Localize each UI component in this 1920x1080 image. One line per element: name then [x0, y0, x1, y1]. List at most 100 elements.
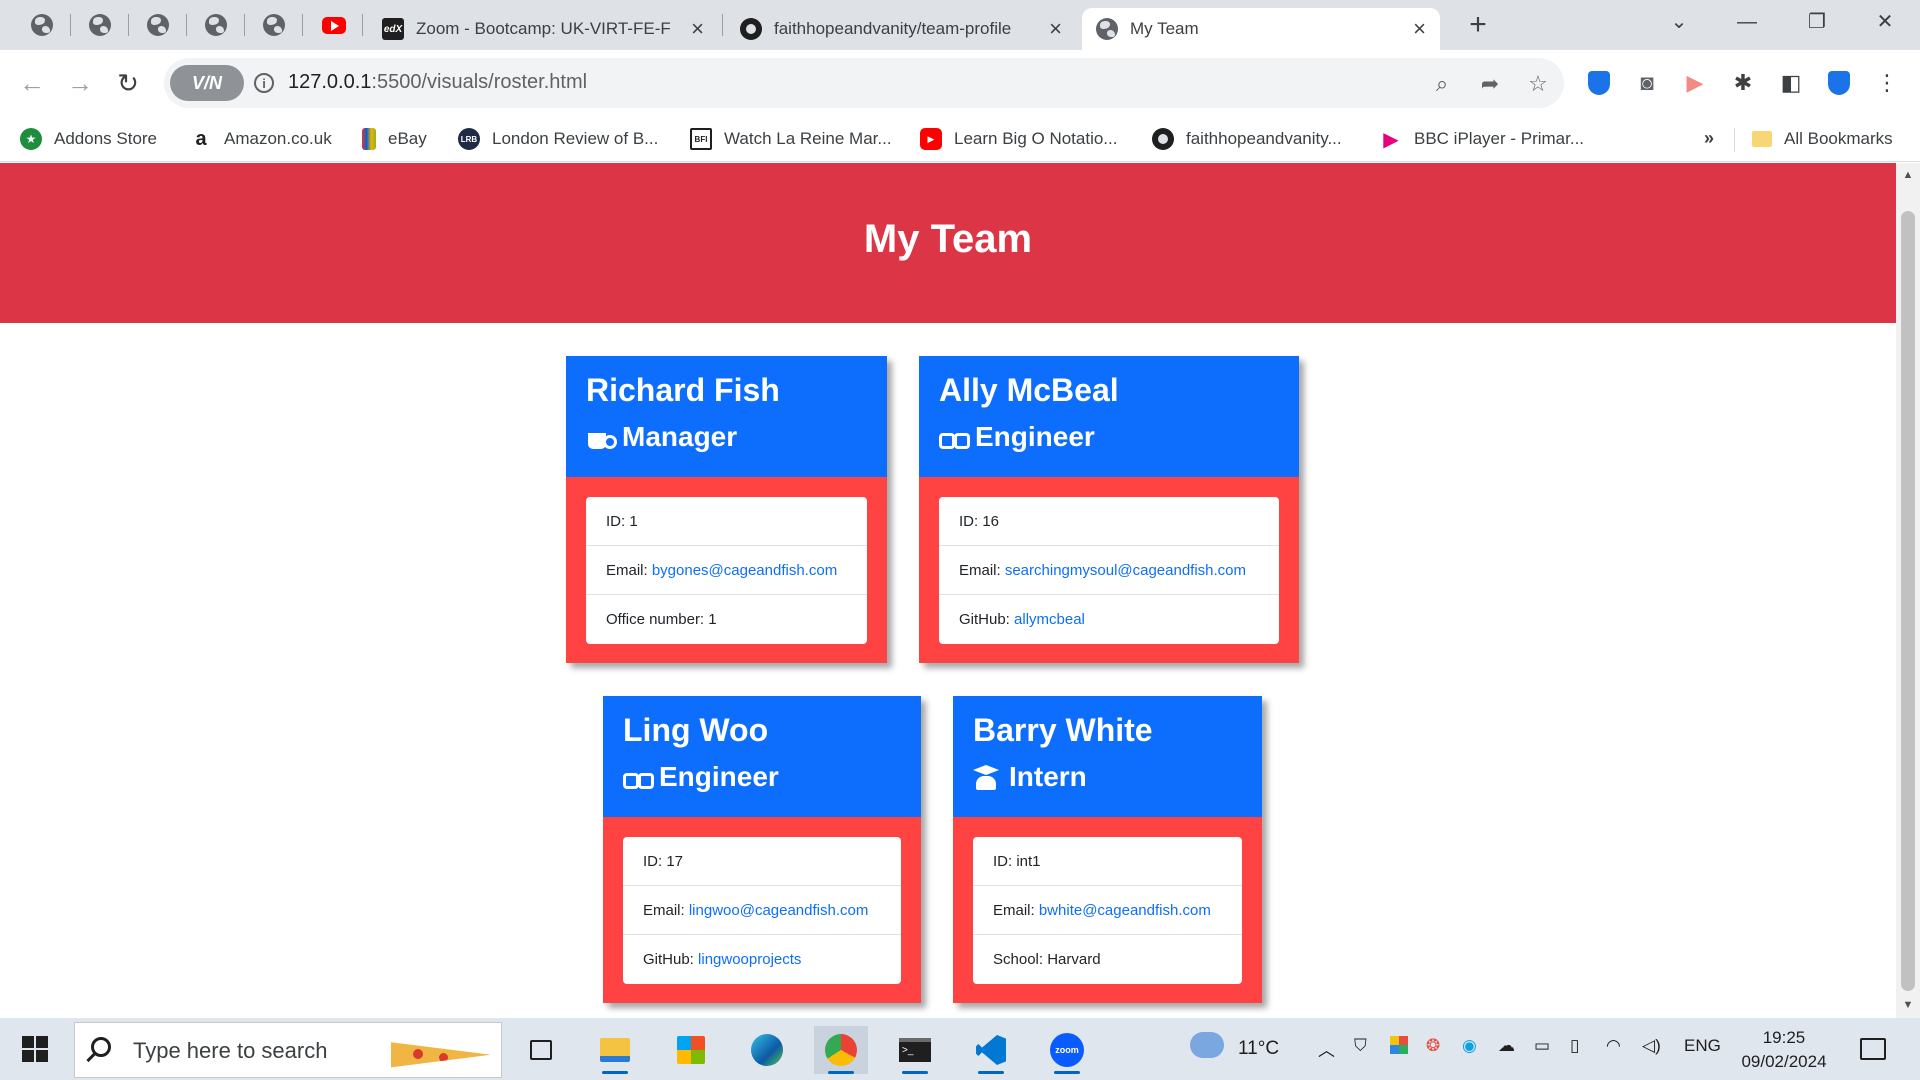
file-explorer-icon[interactable] [588, 1026, 642, 1074]
id-value: int1 [1016, 853, 1041, 870]
bookmark-star-icon[interactable]: ☆ [1524, 70, 1552, 98]
bookmark-addons-store[interactable]: ★ Addons Store [20, 126, 157, 152]
scroll-up-arrow-icon[interactable]: ▲ [1901, 169, 1915, 185]
tab-separator [186, 14, 187, 36]
bookmark-github[interactable]: faithhopeandvanity... [1152, 126, 1342, 152]
fingerprint-icon[interactable]: ◉ [1462, 1036, 1477, 1056]
vscode-icon[interactable] [964, 1026, 1018, 1074]
pinned-tab-1[interactable] [22, 8, 62, 42]
share-icon[interactable]: ➦ [1476, 70, 1504, 98]
github-icon [1152, 128, 1174, 150]
card-header: Richard Fish Manager [566, 356, 887, 477]
github-label: GitHub: [643, 951, 699, 968]
bookmark-separator [1734, 128, 1735, 152]
tab-search-chevron-icon[interactable]: ⌄ [1654, 6, 1704, 38]
close-window-button[interactable]: ✕ [1860, 6, 1910, 38]
pinned-tab-4[interactable] [196, 8, 236, 42]
restore-button[interactable]: ❐ [1792, 6, 1842, 38]
tab-zoom-bootcamp[interactable]: edX Zoom - Bootcamp: UK-VIRT-FE-F × [368, 8, 718, 50]
email-link[interactable]: searchingmysoul@cageandfish.com [1005, 562, 1246, 579]
device-icon[interactable]: ▯ [1570, 1036, 1579, 1056]
terminal-icon[interactable]: >_ [888, 1026, 942, 1074]
bookmark-bfi[interactable]: BFI Watch La Reine Mar... [690, 126, 892, 152]
site-info-icon[interactable]: i [254, 73, 274, 93]
pinned-tab-2[interactable] [80, 8, 120, 42]
app-tray-icon[interactable] [1390, 1036, 1408, 1059]
wifi-icon[interactable]: ◠ [1606, 1036, 1621, 1056]
scroll-thumb[interactable] [1901, 211, 1915, 991]
language-indicator[interactable]: ENG [1684, 1036, 1721, 1056]
side-panel-icon[interactable]: ◧ [1776, 68, 1806, 98]
microsoft-store-icon[interactable] [664, 1026, 718, 1074]
close-icon[interactable]: × [691, 16, 704, 42]
vpn-button[interactable]: V/N [170, 65, 244, 101]
employee-email: Email: lingwoo@cageandfish.com [623, 886, 901, 935]
email-link[interactable]: bygones@cageandfish.com [652, 562, 837, 579]
edge-icon[interactable] [740, 1026, 794, 1074]
creative-cloud-icon[interactable]: ❂ [1426, 1036, 1440, 1056]
show-hidden-icons-chevron[interactable]: ︿ [1318, 1036, 1335, 1061]
all-bookmarks[interactable]: All Bookmarks [1752, 126, 1893, 152]
task-view-icon[interactable] [514, 1026, 568, 1074]
page-scrollbar[interactable]: ▲ ▼ [1896, 163, 1920, 1018]
zoom-icon[interactable]: ⌕ [1428, 70, 1456, 98]
role-label: Intern [1009, 761, 1087, 792]
scroll-down-arrow-icon[interactable]: ▼ [1901, 999, 1915, 1015]
pinned-tab-3[interactable] [138, 8, 178, 42]
screencast-extension-icon[interactable]: ▶ [1680, 68, 1710, 98]
volume-icon[interactable]: ◁) [1642, 1036, 1661, 1056]
extensions-puzzle-icon[interactable]: ✱ [1728, 68, 1758, 98]
tab-separator [128, 14, 129, 36]
close-icon[interactable]: × [1049, 16, 1062, 42]
bookmark-ebay[interactable]: eBay [362, 126, 427, 152]
card-body: ID: 17 Email: lingwoo@cageandfish.com Gi… [603, 817, 921, 1004]
clock[interactable]: 19:25 09/02/2024 [1734, 1026, 1834, 1074]
onedrive-icon[interactable]: ☁ [1498, 1036, 1515, 1056]
address-bar[interactable]: V/N i 127.0.0.1:5500/visuals/roster.html… [164, 58, 1564, 108]
chrome-icon[interactable] [814, 1026, 868, 1074]
employee-card: Ally McBeal Engineer ID: 16 Email: searc… [919, 356, 1299, 663]
bookmark-lrb[interactable]: LRB London Review of B... [458, 126, 658, 152]
globe-icon [31, 14, 53, 36]
zoom-icon[interactable]: zoom [1040, 1026, 1094, 1074]
id-label: ID: [606, 513, 630, 530]
url-text[interactable]: 127.0.0.1:5500/visuals/roster.html [288, 71, 587, 94]
weather-icon[interactable] [1190, 1032, 1224, 1063]
bookmark-bbc-iplayer[interactable]: ▶ BBC iPlayer - Primar... [1380, 126, 1584, 152]
close-icon[interactable]: × [1413, 16, 1426, 42]
pinned-tab-youtube[interactable] [314, 8, 354, 42]
weather-temp[interactable]: 11°C [1238, 1038, 1279, 1060]
bitwarden-extension-icon[interactable] [1584, 68, 1614, 98]
taskbar-search-input[interactable]: Type here to search [74, 1022, 502, 1078]
role-label: Engineer [975, 421, 1095, 452]
notification-center-icon[interactable] [1860, 1038, 1886, 1060]
email-link[interactable]: lingwoo@cageandfish.com [689, 902, 869, 919]
github-link[interactable]: lingwooprojects [698, 951, 801, 968]
new-tab-button[interactable]: + [1460, 8, 1496, 42]
battery-icon[interactable]: ▭ [1534, 1036, 1550, 1056]
email-link[interactable]: bwhite@cageandfish.com [1039, 902, 1211, 919]
employee-name: Richard Fish [586, 372, 780, 408]
password-manager-icon[interactable] [1824, 68, 1854, 98]
minimize-button[interactable]: — [1722, 6, 1772, 38]
bookmark-label: Amazon.co.uk [224, 129, 332, 148]
github-link[interactable]: allymcbeal [1014, 611, 1085, 628]
menu-kebab-icon[interactable]: ⋮ [1872, 68, 1902, 98]
bookmark-big-o[interactable]: ▶ Learn Big O Notatio... [920, 126, 1117, 152]
start-button[interactable] [22, 1036, 48, 1062]
security-icon[interactable]: ⛉ [1354, 1036, 1367, 1056]
camera-extension-icon[interactable]: ◙ [1632, 68, 1662, 98]
back-button[interactable]: ← [12, 63, 52, 103]
tab-title: My Team [1130, 19, 1199, 38]
more-bookmarks-chevron[interactable]: » [1704, 128, 1714, 149]
forward-button[interactable]: → [60, 63, 100, 103]
pinned-tab-5[interactable] [254, 8, 294, 42]
bookmark-amazon[interactable]: a Amazon.co.uk [190, 126, 332, 152]
globe-icon [147, 14, 169, 36]
reload-button[interactable]: ↻ [108, 63, 148, 103]
tab-my-team[interactable]: My Team × [1082, 8, 1440, 50]
employee-email: Email: bygones@cageandfish.com [586, 546, 867, 595]
tab-github-repo[interactable]: faithhopeandvanity/team-profile × [726, 8, 1076, 50]
school-label: School: [993, 951, 1048, 968]
bookmark-label: London Review of B... [492, 129, 659, 148]
